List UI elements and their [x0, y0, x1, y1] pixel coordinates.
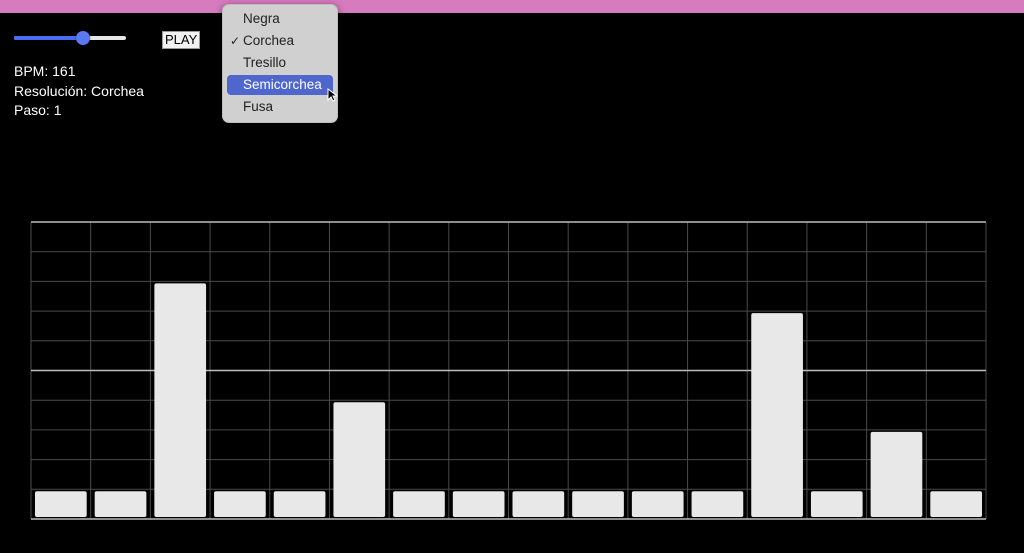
step-bar[interactable] — [691, 491, 744, 517]
step-bar[interactable] — [35, 491, 87, 517]
step-bar[interactable] — [214, 491, 266, 517]
step-bar[interactable] — [273, 491, 326, 517]
step-bar[interactable] — [94, 491, 147, 517]
step-bar[interactable] — [393, 491, 445, 517]
step-bar[interactable] — [512, 491, 565, 517]
step-sequencer-grid[interactable] — [0, 0, 1024, 553]
step-bar[interactable] — [810, 491, 863, 517]
step-bar[interactable] — [631, 491, 684, 517]
step-bar[interactable] — [452, 491, 505, 517]
step-bar[interactable] — [870, 431, 923, 517]
step-bar[interactable] — [333, 402, 386, 517]
step-bar[interactable] — [930, 491, 982, 517]
step-bar[interactable] — [154, 283, 207, 517]
step-bar[interactable] — [572, 491, 624, 517]
step-bar[interactable] — [751, 313, 803, 517]
